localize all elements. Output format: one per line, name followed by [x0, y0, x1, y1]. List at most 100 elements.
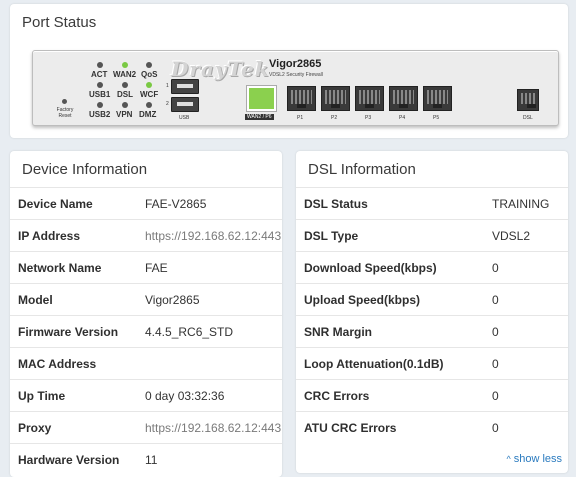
port-status-panel: Port Status ACT WAN2 QoS USB1 DSL WCF US… [10, 4, 568, 138]
port-label-p5: P5 [433, 115, 440, 121]
table-row: Download Speed(kbps) 0 [296, 251, 568, 283]
row-value: 0 day 03:32:36 [145, 389, 225, 403]
row-key: DSL Type [304, 229, 359, 243]
table-row: Upload Speed(kbps) 0 [296, 283, 568, 315]
device-information-title: Device Information [22, 161, 148, 178]
port-label-p2: P2 [331, 115, 338, 121]
usb-port-2 [171, 97, 199, 112]
row-value: 0 [492, 261, 499, 275]
row-value: 0 [492, 421, 499, 435]
row-value: 0 [492, 293, 499, 307]
row-key: ATU CRC Errors [304, 421, 397, 435]
show-less-link[interactable]: ^ show less [506, 453, 562, 465]
table-row: DSL Status TRAINING [296, 187, 568, 219]
led-label-dsl: DSL [117, 90, 133, 99]
dsl-information-table: DSL Status TRAINING DSL Type VDSL2 Downl… [296, 187, 568, 443]
led-label-act: ACT [91, 70, 108, 79]
device-information-panel: Device Information Device Name FAE-V2865… [10, 151, 282, 477]
table-row: IP Address https://192.168.62.12:443 [10, 219, 282, 251]
row-value: FAE [145, 261, 168, 275]
led-label-wan2: WAN2 [113, 70, 137, 79]
router-subtitle: VDSL2 Security Firewall [269, 72, 323, 78]
row-key: Up Time [18, 389, 66, 403]
chevron-up-icon: ^ [506, 454, 511, 464]
table-row: Proxy https://192.168.62.12:443 [10, 411, 282, 443]
row-key: IP Address [18, 229, 81, 243]
row-key: Proxy [18, 421, 52, 435]
led-label-dmz: DMZ [139, 110, 157, 119]
dsl-information-panel: DSL Information DSL Status TRAINING DSL … [296, 151, 568, 473]
led-label-wcf: WCF [140, 90, 159, 99]
led-vpn [122, 102, 128, 108]
led-wcf [146, 82, 152, 88]
table-row: CRC Errors 0 [296, 379, 568, 411]
port-label-p1: P1 [297, 115, 304, 121]
table-row: Up Time 0 day 03:32:36 [10, 379, 282, 411]
row-value: 4.4.5_RC6_STD [145, 325, 234, 339]
usb-port-1 [171, 79, 199, 94]
table-row: Device Name FAE-V2865 [10, 187, 282, 219]
port-p5[interactable] [423, 86, 452, 111]
row-value: VDSL2 [492, 229, 531, 243]
table-row: Hardware Version 11 [10, 443, 282, 475]
led-label-usb1: USB1 [89, 90, 111, 99]
dsl-information-title: DSL Information [308, 161, 416, 178]
row-key: Model [18, 293, 53, 307]
row-key: Loop Attenuation(0.1dB) [304, 357, 444, 371]
row-key: Network Name [18, 261, 102, 275]
port-p3[interactable] [355, 86, 384, 111]
show-less-label: show less [513, 453, 562, 465]
led-usb1 [97, 82, 103, 88]
port-label-p4: P4 [399, 115, 406, 121]
led-dmz [146, 102, 152, 108]
device-information-table: Device Name FAE-V2865 IP Address https:/… [10, 187, 282, 475]
table-row: SNR Margin 0 [296, 315, 568, 347]
row-value: Vigor2865 [145, 293, 200, 307]
row-value: 11 [145, 453, 158, 467]
proxy-link[interactable]: https://192.168.62.12:443 [145, 421, 281, 435]
table-row: Model Vigor2865 [10, 283, 282, 315]
row-key: Firmware Version [18, 325, 119, 339]
port-p2[interactable] [321, 86, 350, 111]
row-value: FAE-V2865 [145, 197, 207, 211]
port-label-dsl: DSL [523, 115, 533, 121]
factory-reset-label: Factory Reset [56, 107, 74, 119]
router-front-panel: ACT WAN2 QoS USB1 DSL WCF USB2 VPN DMZ F… [32, 50, 559, 126]
row-value: TRAINING [492, 197, 550, 211]
table-row: ATU CRC Errors 0 [296, 411, 568, 443]
row-key: Download Speed(kbps) [304, 261, 437, 275]
row-key: Upload Speed(kbps) [304, 293, 421, 307]
row-value: 0 [492, 325, 499, 339]
row-key: DSL Status [304, 197, 368, 211]
table-row: DSL Type VDSL2 [296, 219, 568, 251]
table-row: Network Name FAE [10, 251, 282, 283]
table-row: Loop Attenuation(0.1dB) 0 [296, 347, 568, 379]
port-dsl[interactable] [517, 89, 539, 111]
port-label-wan2-p6: WAN2 / P6 [245, 114, 274, 120]
led-qos [146, 62, 152, 68]
usb-port-1-number: 1 [166, 83, 169, 89]
port-p4[interactable] [389, 86, 418, 111]
ip-address-link[interactable]: https://192.168.62.12:443 [145, 229, 281, 243]
usb-port-2-number: 2 [166, 101, 169, 107]
row-value: 0 [492, 389, 499, 403]
draytek-logo: DrayTek [171, 57, 270, 81]
usb-label: USB [179, 115, 190, 121]
row-key: MAC Address [18, 357, 97, 371]
led-label-vpn: VPN [116, 110, 133, 119]
row-key: CRC Errors [304, 389, 370, 403]
port-p1[interactable] [287, 86, 316, 111]
factory-reset-button [62, 99, 67, 104]
row-value: 0 [492, 357, 499, 371]
port-wan2-p6[interactable] [247, 86, 276, 111]
row-key: SNR Margin [304, 325, 373, 339]
led-label-qos: QoS [141, 70, 158, 79]
led-act [97, 62, 103, 68]
led-usb2 [97, 102, 103, 108]
led-wan2 [122, 62, 128, 68]
port-label-p3: P3 [365, 115, 372, 121]
row-key: Device Name [18, 197, 93, 211]
led-label-usb2: USB2 [89, 110, 111, 119]
router-model: Vigor2865 [269, 58, 322, 70]
led-dsl [122, 82, 128, 88]
